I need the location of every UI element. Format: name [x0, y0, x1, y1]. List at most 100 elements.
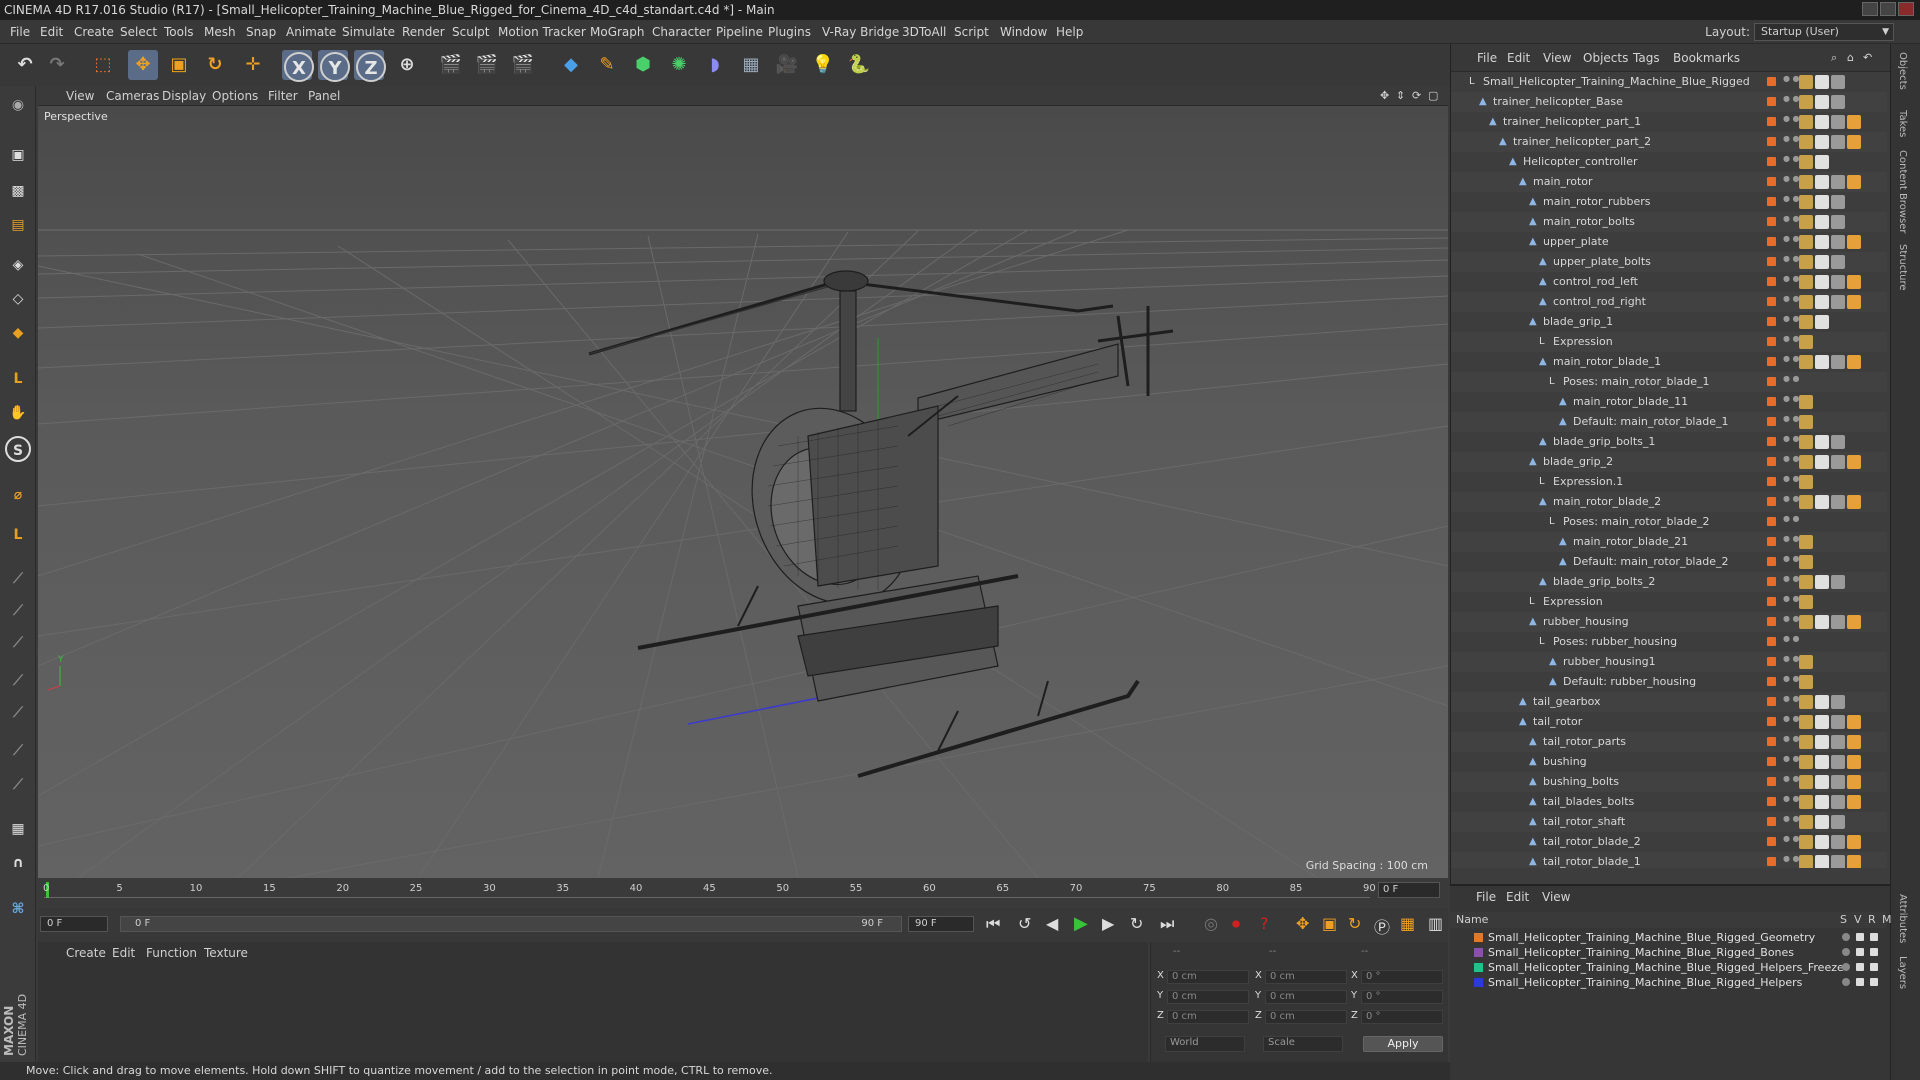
visibility-dots-icon[interactable]: ● ●: [1783, 835, 1800, 849]
object-tree-row[interactable]: ▲ tail_rotor_blade_2 ● ●: [1451, 832, 1887, 852]
previous-key-icon[interactable]: ↺: [1018, 914, 1031, 933]
object-tag-icon[interactable]: [1799, 155, 1813, 169]
pos-y-field[interactable]: 0 cm: [1167, 990, 1249, 1004]
next-frame-icon[interactable]: ▶: [1102, 914, 1114, 933]
object-tag-icon[interactable]: [1815, 795, 1829, 809]
object-tag-icon[interactable]: [1799, 795, 1813, 809]
layer-color-swatch[interactable]: [1767, 297, 1776, 306]
viewport-zoom-icon[interactable]: ⇕: [1396, 86, 1405, 106]
object-tag-icon[interactable]: [1831, 235, 1845, 249]
layer-color-swatch[interactable]: [1767, 237, 1776, 246]
object-tree-row[interactable]: ▲ upper_plate_bolts ● ●: [1451, 252, 1887, 272]
tab-structure[interactable]: Structure: [1897, 244, 1908, 291]
layer-color-swatch[interactable]: [1767, 777, 1776, 786]
object-tag-icon[interactable]: [1799, 755, 1813, 769]
layer-color-swatch[interactable]: [1767, 177, 1776, 186]
object-tree-row[interactable]: ▲ Default: main_rotor_blade_1 ● ●: [1451, 412, 1887, 432]
object-tag-icon[interactable]: [1847, 495, 1861, 509]
texture-mode-button[interactable]: ▩: [5, 178, 31, 204]
menu-sculpt[interactable]: Sculpt: [448, 20, 493, 44]
layer-color-swatch[interactable]: [1767, 677, 1776, 686]
object-tag-icon[interactable]: [1799, 335, 1813, 349]
om-menu-tags[interactable]: Tags: [1633, 44, 1660, 72]
autokeying-icon[interactable]: ?: [1260, 914, 1269, 933]
visibility-dots-icon[interactable]: ● ●: [1783, 855, 1800, 868]
layer-render-toggle[interactable]: [1870, 963, 1878, 971]
object-tree-row[interactable]: ▲ trainer_helicopter_Base ● ●: [1451, 92, 1887, 112]
object-tag-icon[interactable]: [1831, 215, 1845, 229]
layer-solo-toggle[interactable]: [1842, 963, 1850, 971]
layer-color-swatch[interactable]: [1767, 737, 1776, 746]
visibility-dots-icon[interactable]: ● ●: [1783, 575, 1800, 589]
object-tag-icon[interactable]: [1799, 655, 1813, 669]
material-menu-function[interactable]: Function: [146, 946, 197, 960]
object-tag-icon[interactable]: [1815, 575, 1829, 589]
layer-color-swatch[interactable]: [1767, 557, 1776, 566]
object-tag-icon[interactable]: [1847, 275, 1861, 289]
layer-color-swatch[interactable]: [1767, 757, 1776, 766]
layer-render-toggle[interactable]: [1870, 933, 1878, 941]
menu-render[interactable]: Render: [398, 20, 449, 44]
object-tag-icon[interactable]: [1799, 395, 1813, 409]
visibility-dots-icon[interactable]: ● ●: [1783, 515, 1800, 529]
object-tag-icon[interactable]: [1799, 475, 1813, 489]
visibility-dots-icon[interactable]: ● ●: [1783, 75, 1800, 89]
object-tag-icon[interactable]: [1799, 295, 1813, 309]
object-tag-icon[interactable]: [1799, 675, 1813, 689]
viewport-menu-cameras[interactable]: Cameras: [106, 86, 159, 106]
menu-mesh[interactable]: Mesh: [200, 20, 240, 44]
object-tree-row[interactable]: ▲ trainer_helicopter_part_1 ● ●: [1451, 112, 1887, 132]
visibility-dots-icon[interactable]: ● ●: [1783, 535, 1800, 549]
previous-frame-icon[interactable]: ◀: [1046, 914, 1058, 933]
object-tree-row[interactable]: ▲ bushing ● ●: [1451, 752, 1887, 772]
object-tag-icon[interactable]: [1831, 695, 1845, 709]
visibility-dots-icon[interactable]: ● ●: [1783, 655, 1800, 669]
layer-color-swatch[interactable]: [1474, 948, 1483, 957]
object-tag-icon[interactable]: [1847, 795, 1861, 809]
object-tag-icon[interactable]: [1799, 135, 1813, 149]
rot-b-field[interactable]: 0 °: [1361, 1010, 1443, 1024]
layer-color-swatch[interactable]: [1767, 77, 1776, 86]
bind-tool-button[interactable]: ⟋: [5, 598, 31, 624]
object-tree-row[interactable]: ▲ Default: rubber_housing ● ●: [1451, 672, 1887, 692]
om-home-icon[interactable]: ⌂: [1847, 44, 1854, 72]
size-x-field[interactable]: 0 cm: [1265, 970, 1347, 984]
visibility-dots-icon[interactable]: ● ●: [1783, 815, 1800, 829]
light-button[interactable]: 💡: [808, 50, 838, 80]
object-tree-row[interactable]: ▲ Default: main_rotor_blade_2 ● ●: [1451, 552, 1887, 572]
object-tag-icon[interactable]: [1815, 735, 1829, 749]
layer-row[interactable]: Small_Helicopter_Training_Machine_Blue_R…: [1450, 960, 1886, 975]
python-script-button[interactable]: ⌘: [5, 896, 31, 922]
om-menu-edit[interactable]: Edit: [1507, 44, 1530, 72]
weight-tool-button[interactable]: ⟋: [5, 630, 31, 656]
key-parameter-icon[interactable]: Ⓟ: [1374, 914, 1390, 938]
material-menu-texture[interactable]: Texture: [204, 946, 248, 960]
om-menu-objects[interactable]: Objects: [1583, 44, 1628, 72]
object-tag-icon[interactable]: [1815, 235, 1829, 249]
object-tag-icon[interactable]: [1815, 615, 1829, 629]
wrap-tool-button[interactable]: ∩: [5, 850, 31, 876]
redo-button[interactable]: ↷: [42, 50, 72, 80]
next-key-icon[interactable]: ↻: [1130, 914, 1143, 933]
object-tag-icon[interactable]: [1815, 175, 1829, 189]
grid-lock-button[interactable]: ▦: [5, 816, 31, 842]
viewport-move-icon[interactable]: ✥: [1380, 86, 1389, 106]
pos-x-field[interactable]: 0 cm: [1167, 970, 1249, 984]
layer-row[interactable]: Small_Helicopter_Training_Machine_Blue_R…: [1450, 930, 1886, 945]
object-tree-row[interactable]: ▲ main_rotor_blade_21 ● ●: [1451, 532, 1887, 552]
object-tag-icon[interactable]: [1847, 355, 1861, 369]
object-tag-icon[interactable]: [1799, 495, 1813, 509]
menu-vray-bridge[interactable]: V-Ray Bridge: [818, 20, 903, 44]
timeline-layout-icon[interactable]: ▥: [1428, 914, 1443, 933]
layer-color-swatch[interactable]: [1767, 417, 1776, 426]
object-tree-row[interactable]: ▲ blade_grip_2 ● ●: [1451, 452, 1887, 472]
visibility-dots-icon[interactable]: ● ●: [1783, 155, 1800, 169]
om-menu-file[interactable]: File: [1477, 44, 1497, 72]
object-tag-icon[interactable]: [1799, 715, 1813, 729]
joint-align-button[interactable]: ⟋: [5, 668, 31, 694]
layer-menu-view[interactable]: View: [1542, 886, 1570, 908]
render-settings-button[interactable]: 🎬: [508, 50, 538, 80]
object-tag-icon[interactable]: [1799, 235, 1813, 249]
floor-button[interactable]: ▦: [736, 50, 766, 80]
tab-content-browser[interactable]: Content Browser: [1897, 150, 1908, 233]
